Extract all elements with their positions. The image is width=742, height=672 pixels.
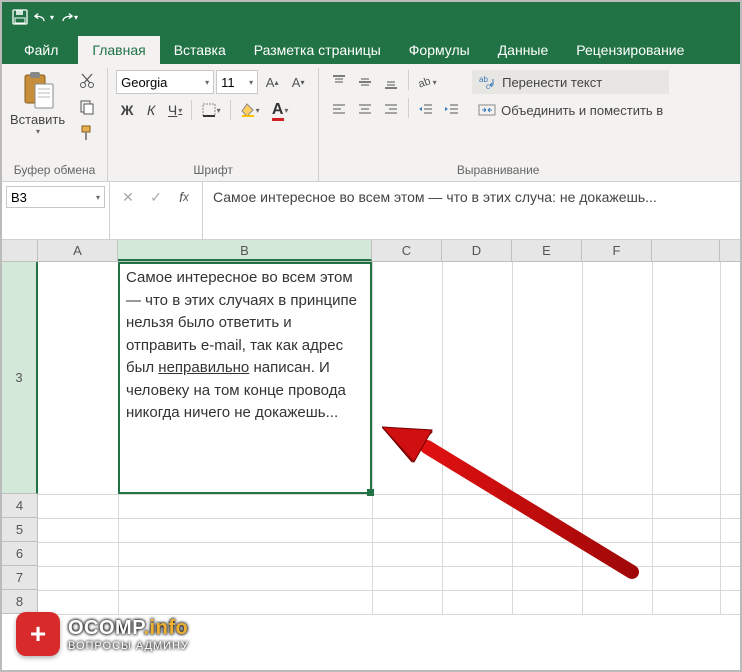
quick-access-toolbar: ▾ ▾ [2, 2, 740, 32]
cell-b3-text-under: неправильно [158, 359, 249, 376]
merge-icon [478, 102, 496, 118]
column-header-e[interactable]: E [512, 240, 582, 261]
row-header-4[interactable]: 4 [2, 494, 38, 518]
watermark-logo: + OCOMP.info ВОПРОСЫ АДМИНУ [16, 612, 189, 656]
ribbon: Вставить ▾ Буфер обмена Georgia▾ [2, 64, 740, 182]
format-painter-button[interactable] [75, 122, 99, 144]
wrap-text-button[interactable]: abc Перенести текст [472, 70, 669, 94]
decrease-font-button[interactable]: A▾ [286, 70, 310, 94]
increase-indent-button[interactable] [440, 98, 464, 122]
align-center-button[interactable] [353, 98, 377, 122]
group-clipboard: Вставить ▾ Буфер обмена [2, 68, 108, 181]
cancel-formula-button[interactable]: ✕ [118, 186, 138, 208]
align-left-button[interactable] [327, 98, 351, 122]
logo-main: OCOMP.info [68, 617, 189, 640]
wrap-text-label: Перенести текст [502, 75, 602, 90]
group-font: Georgia▾ 11▾ A▴ A▾ Ж К Ч▾ ▾ ▾ [108, 68, 319, 181]
logo-sub: ВОПРОСЫ АДМИНУ [68, 640, 189, 652]
column-header-f[interactable]: F [582, 240, 652, 261]
font-name-value: Georgia [121, 75, 167, 90]
row-header-7[interactable]: 7 [2, 566, 38, 590]
svg-text:c: c [486, 82, 490, 90]
tab-insert[interactable]: Вставка [160, 36, 240, 64]
column-header-d[interactable]: D [442, 240, 512, 261]
cells-area[interactable]: Самое интересное во всем этом — что в эт… [38, 262, 740, 614]
formula-bar: B3▾ ✕ ✓ fx Самое интересное во всем этом… [2, 182, 740, 240]
group-alignment: ab▾ abc Перенести текст О [319, 68, 677, 181]
font-size-value: 11 [221, 75, 235, 90]
tab-file[interactable]: Файл [10, 36, 78, 64]
row-header-6[interactable]: 6 [2, 542, 38, 566]
tab-data[interactable]: Данные [484, 36, 563, 64]
underline-button[interactable]: Ч▾ [164, 98, 186, 122]
tab-formulas[interactable]: Формулы [395, 36, 484, 64]
column-header-g[interactable] [652, 240, 720, 261]
increase-font-button[interactable]: A▴ [260, 70, 284, 94]
decrease-indent-button[interactable] [414, 98, 438, 122]
tab-home[interactable]: Главная [78, 36, 159, 64]
cut-button[interactable] [75, 70, 99, 92]
row-header-8[interactable]: 8 [2, 590, 38, 614]
paste-button[interactable]: Вставить ▾ [10, 70, 71, 161]
italic-button[interactable]: К [140, 98, 162, 122]
select-all-corner[interactable] [2, 240, 38, 261]
save-icon[interactable] [10, 7, 30, 27]
paste-icon [19, 70, 57, 112]
svg-text:ab: ab [416, 75, 431, 90]
orientation-button[interactable]: ab▾ [414, 70, 438, 94]
copy-button[interactable] [75, 96, 99, 118]
merge-label: Объединить и поместить в [501, 103, 663, 118]
logo-badge: + [16, 612, 60, 656]
cell-b3[interactable]: Самое интересное во всем этом — что в эт… [118, 262, 372, 494]
name-box-value: B3 [11, 190, 27, 205]
ribbon-tabs: Файл Главная Вставка Разметка страницы Ф… [2, 32, 740, 64]
font-group-label: Шрифт [116, 161, 310, 181]
enter-formula-button[interactable]: ✓ [146, 186, 166, 208]
tab-review[interactable]: Рецензирование [562, 36, 698, 64]
name-box[interactable]: B3▾ [2, 182, 110, 239]
tab-layout[interactable]: Разметка страницы [240, 36, 395, 64]
bold-button[interactable]: Ж [116, 98, 138, 122]
align-top-button[interactable] [327, 70, 351, 94]
redo-icon[interactable]: ▾ [58, 7, 78, 27]
paste-label: Вставить [10, 112, 65, 127]
insert-function-button[interactable]: fx [174, 186, 194, 208]
font-color-button[interactable]: А▾ [266, 98, 294, 122]
row-header-5[interactable]: 5 [2, 518, 38, 542]
fill-color-button[interactable]: ▾ [236, 98, 264, 122]
font-name-dropdown[interactable]: Georgia▾ [116, 70, 214, 94]
align-middle-button[interactable] [353, 70, 377, 94]
align-bottom-button[interactable] [379, 70, 403, 94]
row-header-3[interactable]: 3 [2, 262, 38, 494]
font-size-dropdown[interactable]: 11▾ [216, 70, 258, 94]
spreadsheet-grid: A B C D E F 3 4 5 6 7 8 [2, 240, 740, 614]
fill-handle[interactable] [367, 489, 374, 496]
undo-icon[interactable]: ▾ [34, 7, 54, 27]
column-header-c[interactable]: C [372, 240, 442, 261]
align-right-button[interactable] [379, 98, 403, 122]
formula-text[interactable]: Самое интересное во всем этом — что в эт… [203, 182, 740, 239]
merge-center-button[interactable]: Объединить и поместить в [472, 98, 669, 122]
clipboard-group-label: Буфер обмена [10, 161, 99, 181]
alignment-group-label: Выравнивание [327, 161, 669, 181]
wrap-text-icon: abc [479, 74, 497, 90]
column-header-b[interactable]: B [118, 240, 372, 261]
borders-button[interactable]: ▾ [197, 98, 225, 122]
column-header-a[interactable]: A [38, 240, 118, 261]
